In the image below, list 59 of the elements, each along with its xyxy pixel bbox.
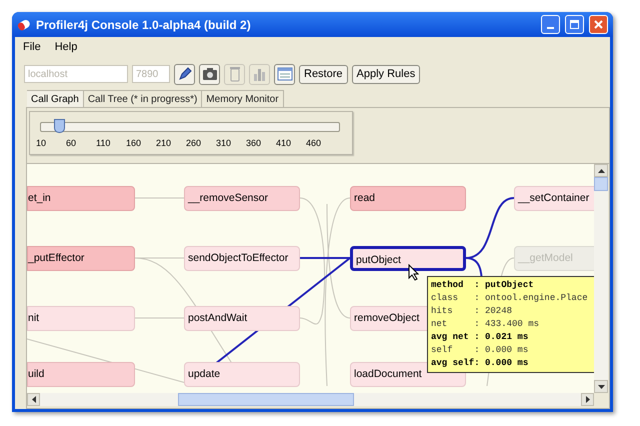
slider-tick-label: 10 xyxy=(36,137,48,150)
toolbar-button[interactable] xyxy=(199,64,220,84)
maximize-icon xyxy=(570,20,579,29)
method-node[interactable]: et_in xyxy=(27,186,135,211)
method-node[interactable]: _putEffector xyxy=(27,246,135,271)
method-node[interactable]: uild xyxy=(27,362,135,387)
close-icon xyxy=(594,20,603,29)
minimize-icon xyxy=(547,27,554,29)
scroll-left-icon xyxy=(32,396,36,403)
camera-icon xyxy=(202,67,218,81)
slider-tick-label: 310 xyxy=(216,137,232,150)
scroll-right-icon xyxy=(586,396,590,403)
slider-tick-label: 410 xyxy=(276,137,292,150)
slider-tick-label: 260 xyxy=(186,137,202,150)
scroll-down-icon xyxy=(598,384,604,388)
minimize-button[interactable] xyxy=(541,15,560,34)
slider-tick-label: 360 xyxy=(246,137,262,150)
tooltip-line: method : putObject xyxy=(431,279,535,292)
maximize-button[interactable] xyxy=(565,15,584,34)
trash-can-icon xyxy=(228,66,240,82)
slider-tick-label: 110 xyxy=(96,137,112,150)
slider-tick-label: 160 xyxy=(126,137,142,150)
tab[interactable]: Call Tree (* in progress*) xyxy=(84,90,202,107)
vertical-scroll-thumb[interactable] xyxy=(594,177,608,191)
method-node[interactable]: nit xyxy=(27,306,135,331)
toolbar-text-button[interactable]: Apply Rules xyxy=(352,64,420,84)
slider-track[interactable] xyxy=(40,122,340,132)
tooltip-line: self : 0.000 ms xyxy=(431,344,530,357)
method-node[interactable]: __setContainer xyxy=(514,186,594,211)
app-icon xyxy=(17,18,31,30)
vertical-scrollbar[interactable] xyxy=(594,164,608,393)
window-title: Profiler4j Console 1.0-alpha4 (build 2) xyxy=(36,16,252,34)
method-node[interactable]: __removeSensor xyxy=(184,186,300,211)
tab[interactable]: Memory Monitor xyxy=(202,90,284,107)
method-node[interactable]: sendObjectToEffector xyxy=(184,246,300,271)
method-node[interactable]: update xyxy=(184,362,300,387)
toolbar-button[interactable] xyxy=(274,64,295,84)
menu-item[interactable]: File xyxy=(23,38,41,56)
method-node[interactable]: postAndWait xyxy=(184,306,300,331)
slider-tick-label: 210 xyxy=(156,137,172,150)
menu-item[interactable]: Help xyxy=(54,38,78,56)
tab[interactable]: Call Graph xyxy=(27,90,84,107)
pen-icon xyxy=(176,66,192,82)
close-button[interactable] xyxy=(589,15,608,34)
method-node[interactable]: read xyxy=(350,186,466,211)
slider-tick-label: 460 xyxy=(306,137,322,150)
table-icon xyxy=(276,67,292,81)
method-node[interactable]: putObject xyxy=(350,246,466,271)
tooltip-line: class : ontool.engine.Place xyxy=(431,292,589,305)
horizontal-scrollbar[interactable] xyxy=(27,393,594,406)
scroll-up-icon xyxy=(598,168,604,172)
horizontal-scroll-thumb[interactable] xyxy=(178,393,354,406)
slider-thumb[interactable] xyxy=(54,119,65,133)
tooltip-line: avg net : 0.021 ms xyxy=(431,331,530,344)
mouse-pointer-icon xyxy=(408,264,419,281)
toolbar-text-button[interactable]: Restore xyxy=(299,64,348,84)
slider-tick-label: 60 xyxy=(66,137,78,150)
bar-chart-icon xyxy=(252,66,266,82)
toolbar-button[interactable] xyxy=(174,64,195,84)
